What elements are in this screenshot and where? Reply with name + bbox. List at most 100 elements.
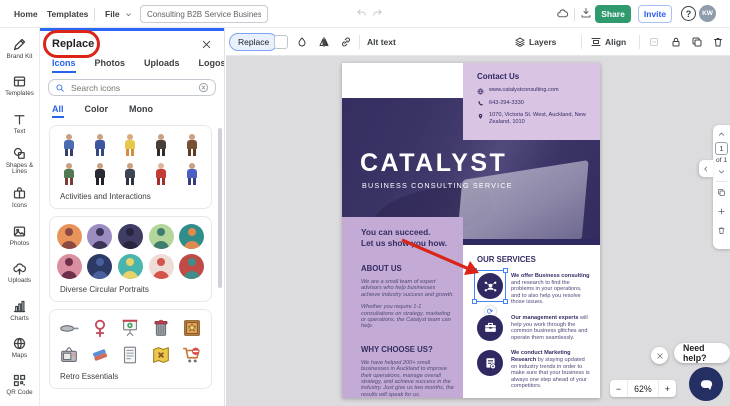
search-box[interactable]	[48, 79, 216, 96]
about-paragraph-2[interactable]: Whether you require 1-1 consultations on…	[361, 304, 455, 330]
filter-all[interactable]: All	[52, 104, 64, 118]
file-caret-icon[interactable]	[124, 10, 133, 19]
service-icon-report[interactable]	[477, 350, 503, 377]
thumb-portraits-2[interactable]	[87, 224, 113, 249]
about-heading[interactable]: ABOUT US	[361, 264, 455, 273]
need-help-pill[interactable]: Need help?	[674, 343, 730, 363]
delete-page-icon[interactable]	[717, 226, 726, 235]
file-menu[interactable]: File	[105, 9, 120, 19]
thumb-portraits-7[interactable]	[87, 254, 113, 279]
thumb-crate-star[interactable]	[181, 317, 203, 339]
sidebar-item-uploads[interactable]: Uploads	[0, 254, 39, 291]
thumb-people-8[interactable]	[119, 162, 141, 186]
service-icon-briefcase[interactable]	[477, 314, 503, 341]
sidebar-item-templates[interactable]: Templates	[0, 67, 39, 104]
design-canvas[interactable]: Contact Us www.catalystconsulting.com 643…	[226, 56, 730, 406]
avatar[interactable]: KW	[699, 5, 716, 22]
search-input[interactable]	[69, 81, 194, 94]
close-icon[interactable]	[201, 39, 212, 50]
sidebar-item-icons[interactable]: Icons	[0, 180, 39, 217]
layers-icon[interactable]	[514, 36, 526, 48]
thumb-people-5[interactable]	[181, 133, 203, 157]
invite-button[interactable]: Invite	[638, 5, 672, 23]
thumb-portraits-10[interactable]	[179, 254, 205, 279]
duplicate-icon[interactable]	[691, 36, 703, 48]
align-button[interactable]: Align	[605, 37, 626, 47]
document-title-input[interactable]	[140, 5, 268, 23]
flyer-services-column[interactable]: OUR SERVICES ⟳ We offer Business consulti…	[463, 245, 600, 398]
thumb-people-3[interactable]	[119, 133, 141, 157]
dismiss-help-button[interactable]	[651, 347, 668, 364]
thumb-treasure-map[interactable]	[150, 344, 172, 366]
flyer-left-column[interactable]: You can succeed. Let us show you how. AB…	[342, 217, 463, 398]
contact-row-globe[interactable]: www.catalystconsulting.com	[477, 87, 590, 95]
color-swatch[interactable]	[274, 35, 288, 49]
zoom-out-button[interactable]: −	[610, 380, 627, 397]
thumb-venus-symbol[interactable]	[89, 317, 111, 339]
service-text[interactable]: We conduct Marketing Research by staying…	[511, 350, 592, 390]
selection-box[interactable]	[472, 268, 508, 304]
flyer-contact-box[interactable]: Contact Us www.catalystconsulting.com 643…	[463, 63, 600, 140]
thumb-portraits-5[interactable]	[179, 224, 205, 249]
link-icon[interactable]	[340, 36, 352, 48]
alt-text-button[interactable]: Alt text	[367, 37, 396, 47]
thumb-portraits-1[interactable]	[56, 224, 82, 249]
zoom-in-button[interactable]: +	[659, 380, 676, 397]
filter-color[interactable]: Color	[85, 104, 109, 118]
thumb-portraits-4[interactable]	[148, 224, 174, 249]
sidebar-item-maps[interactable]: Maps	[0, 329, 39, 366]
add-page-icon[interactable]	[717, 207, 726, 216]
flyer-title[interactable]: CATALYST	[360, 149, 507, 178]
thumb-portraits-8[interactable]	[117, 254, 143, 279]
thumb-people-4[interactable]	[150, 133, 172, 157]
sidebar-item-text[interactable]: Text	[0, 105, 39, 142]
sidebar-item-qr[interactable]: QR Code	[0, 367, 39, 404]
contact-row-phone[interactable]: 643-294-3330	[477, 100, 590, 108]
flyer-tagline-line2[interactable]: Let us show you how.	[361, 238, 455, 249]
redo-icon[interactable]	[372, 8, 383, 19]
flyer-page[interactable]: Contact Us www.catalystconsulting.com 643…	[342, 63, 600, 398]
chat-bubble-button[interactable]	[689, 367, 723, 401]
duplicate-page-icon[interactable]	[717, 188, 726, 197]
nav-home[interactable]: Home	[14, 9, 38, 19]
layers-button[interactable]: Layers	[529, 37, 556, 47]
thumb-trash-can[interactable]	[150, 317, 172, 339]
page-down-icon[interactable]	[717, 167, 726, 176]
share-button[interactable]: Share	[595, 5, 631, 23]
collapse-rail-tab[interactable]	[699, 160, 713, 177]
thumb-portraits-9[interactable]	[148, 254, 174, 279]
sidebar-item-charts[interactable]: Charts	[0, 292, 39, 329]
thumb-people-10[interactable]	[181, 162, 203, 186]
why-heading[interactable]: WHY CHOOSE US?	[361, 345, 455, 354]
align-icon[interactable]	[590, 36, 602, 48]
filter-mono[interactable]: Mono	[129, 104, 153, 118]
tab-icons[interactable]: Icons	[52, 55, 76, 73]
download-icon[interactable]	[580, 7, 592, 19]
tab-uploads[interactable]: Uploads	[144, 55, 180, 73]
lock-icon[interactable]	[670, 36, 682, 48]
thumb-portraits-3[interactable]	[117, 224, 143, 249]
undo-icon[interactable]	[356, 8, 367, 19]
flyer-tagline-line1[interactable]: You can succeed.	[361, 227, 455, 238]
panel-scrollbar[interactable]	[218, 128, 222, 288]
contact-row-pin[interactable]: 1070, Victoria St. West, Auckland, New Z…	[477, 112, 590, 126]
thumb-tv-set[interactable]	[58, 344, 80, 366]
clear-search-icon[interactable]	[198, 82, 209, 93]
service-text[interactable]: We offer Business consulting and researc…	[511, 273, 592, 306]
cloud-save-icon[interactable]	[556, 7, 569, 20]
thumb-people-6[interactable]	[58, 162, 80, 186]
opacity-icon[interactable]	[296, 36, 308, 48]
thumb-people-1[interactable]	[58, 133, 80, 157]
thumb-portraits-6[interactable]	[56, 254, 82, 279]
thumb-frying-pan[interactable]	[58, 317, 80, 339]
tab-logos[interactable]: Logos	[199, 55, 224, 73]
why-paragraph[interactable]: We have helped 200+ small businesses in …	[361, 360, 455, 398]
sidebar-item-shapes[interactable]: Shapes & Lines	[0, 142, 39, 179]
service-row-1[interactable]: ⟳ We offer Business consulting and resear…	[472, 268, 592, 317]
service-row-2[interactable]: Our management experts will help you wor…	[477, 314, 592, 341]
service-row-3[interactable]: We conduct Marketing Research by staying…	[477, 350, 592, 390]
sidebar-item-photos[interactable]: Photos	[0, 217, 39, 254]
help-button[interactable]: ?	[681, 6, 696, 21]
thumb-shopping-cart[interactable]	[181, 344, 203, 366]
flip-icon[interactable]	[318, 36, 330, 48]
